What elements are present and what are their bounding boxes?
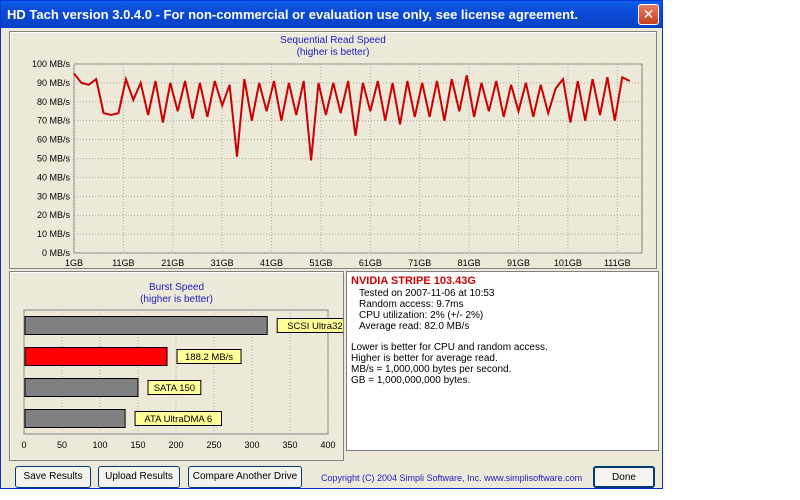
burst-x-tick-label: 0	[21, 440, 26, 450]
burst-speed-panel: Burst Speed (higher is better) 0 50 100 150…	[9, 271, 344, 461]
hdtach-window: HD Tach version 3.0.4.0 - For non-commer…	[0, 0, 663, 489]
seq-y-tick-label: 70 MB/s	[37, 116, 71, 126]
burst-bar	[24, 409, 126, 428]
burst-bar-label: SCSI Ultra320	[287, 321, 343, 332]
seq-x-tick-label: 81GB	[458, 258, 481, 268]
burst-x-tick-label: 150	[130, 440, 145, 450]
burst-x-tick-label: 300	[244, 440, 259, 450]
close-button[interactable]: ✕	[638, 4, 659, 25]
burst-x-tick-label: 250	[206, 440, 221, 450]
results-info-panel: NVIDIA STRIPE 103.43G Tested on 2007-11-…	[346, 271, 659, 451]
burst-speed-chart: 0 50 100 150 200 250 300 350 400 SCSI Ultra320 188…	[21, 309, 343, 450]
seq-y-tick-label: 0 MB/s	[42, 248, 71, 258]
done-button[interactable]: Done	[593, 466, 655, 488]
seq-y-tick-label: 40 MB/s	[37, 172, 71, 182]
seq-x-tick-label: 31GB	[211, 258, 234, 268]
seq-plot-area	[73, 63, 643, 254]
burst-x-tick-label: 200	[168, 440, 183, 450]
save-results-button[interactable]: Save Results	[15, 466, 91, 488]
title-bar[interactable]: HD Tach version 3.0.4.0 - For non-commer…	[1, 1, 662, 28]
note-lower-better: Lower is better for CPU and random acces…	[351, 342, 548, 353]
copyright-text: Copyright (C) 2004 Simpli Software, Inc.…	[321, 473, 583, 483]
seq-y-tick-label: 30 MB/s	[37, 191, 71, 201]
note-gb-def: GB = 1,000,000,000 bytes.	[351, 375, 471, 386]
compare-drive-button[interactable]: Compare Another Drive	[188, 466, 302, 488]
seq-x-tick-label: 91GB	[507, 258, 530, 268]
burst-x-tick-label: 400	[320, 440, 335, 450]
seq-x-tick-label: 11GB	[112, 258, 134, 268]
seq-x-tick-label: 61GB	[359, 258, 382, 268]
seq-x-tick-label: 41GB	[260, 258, 283, 268]
burst-x-tick-label: 100	[92, 440, 107, 450]
sequential-read-chart: 0 MB/s 10 MB/s 20 MB/s 30 MB/s 40 MB/s 50 MB/…	[32, 59, 643, 268]
note-mbs-def: MB/s = 1,000,000 bytes per second.	[351, 364, 512, 375]
note-higher-better: Higher is better for average read.	[351, 353, 498, 364]
seq-y-tick-label: 60 MB/s	[37, 135, 71, 145]
sequential-read-panel: Sequential Read Speed (higher is better)…	[9, 31, 657, 269]
cpu-utilization: CPU utilization: 2% (+/- 2%)	[359, 310, 484, 321]
seq-y-tick-label: 90 MB/s	[37, 78, 71, 88]
burst-x-tick-label: 350	[282, 440, 297, 450]
seq-y-tick-label: 20 MB/s	[37, 210, 71, 220]
seq-x-tick-label: 101GB	[554, 258, 582, 268]
average-read: Average read: 82.0 MB/s	[359, 321, 470, 332]
seq-y-tick-label: 50 MB/s	[37, 154, 71, 164]
seq-x-tick-label: 111GB	[604, 258, 631, 268]
burst-bar-label: ATA UltraDMA 6	[144, 414, 212, 425]
upload-results-button[interactable]: Upload Results	[98, 466, 180, 488]
seq-y-tick-label: 80 MB/s	[37, 97, 71, 107]
seq-x-tick-label: 51GB	[309, 258, 332, 268]
seq-x-tick-label: 21GB	[161, 258, 184, 268]
random-access: Random access: 9.7ms	[359, 299, 464, 310]
burst-bar-label: 188.2 MB/s	[185, 352, 233, 363]
seq-y-tick-label: 10 MB/s	[37, 229, 71, 239]
burst-bar-label: SATA 150	[154, 383, 195, 394]
burst-bar	[24, 378, 139, 397]
seq-x-tick-label: 1GB	[65, 258, 83, 268]
burst-bar	[24, 316, 268, 335]
burst-bar	[24, 347, 168, 366]
drive-name: NVIDIA STRIPE 103.43G	[351, 275, 476, 287]
window-title: HD Tach version 3.0.4.0 - For non-commer…	[7, 7, 578, 22]
seq-y-tick-label: 100 MB/s	[32, 59, 71, 69]
burst-x-tick-label: 50	[57, 440, 67, 450]
close-icon: ✕	[642, 6, 655, 22]
tested-date: Tested on 2007-11-06 at 10:53	[359, 288, 495, 299]
seq-x-tick-label: 71GB	[408, 258, 431, 268]
